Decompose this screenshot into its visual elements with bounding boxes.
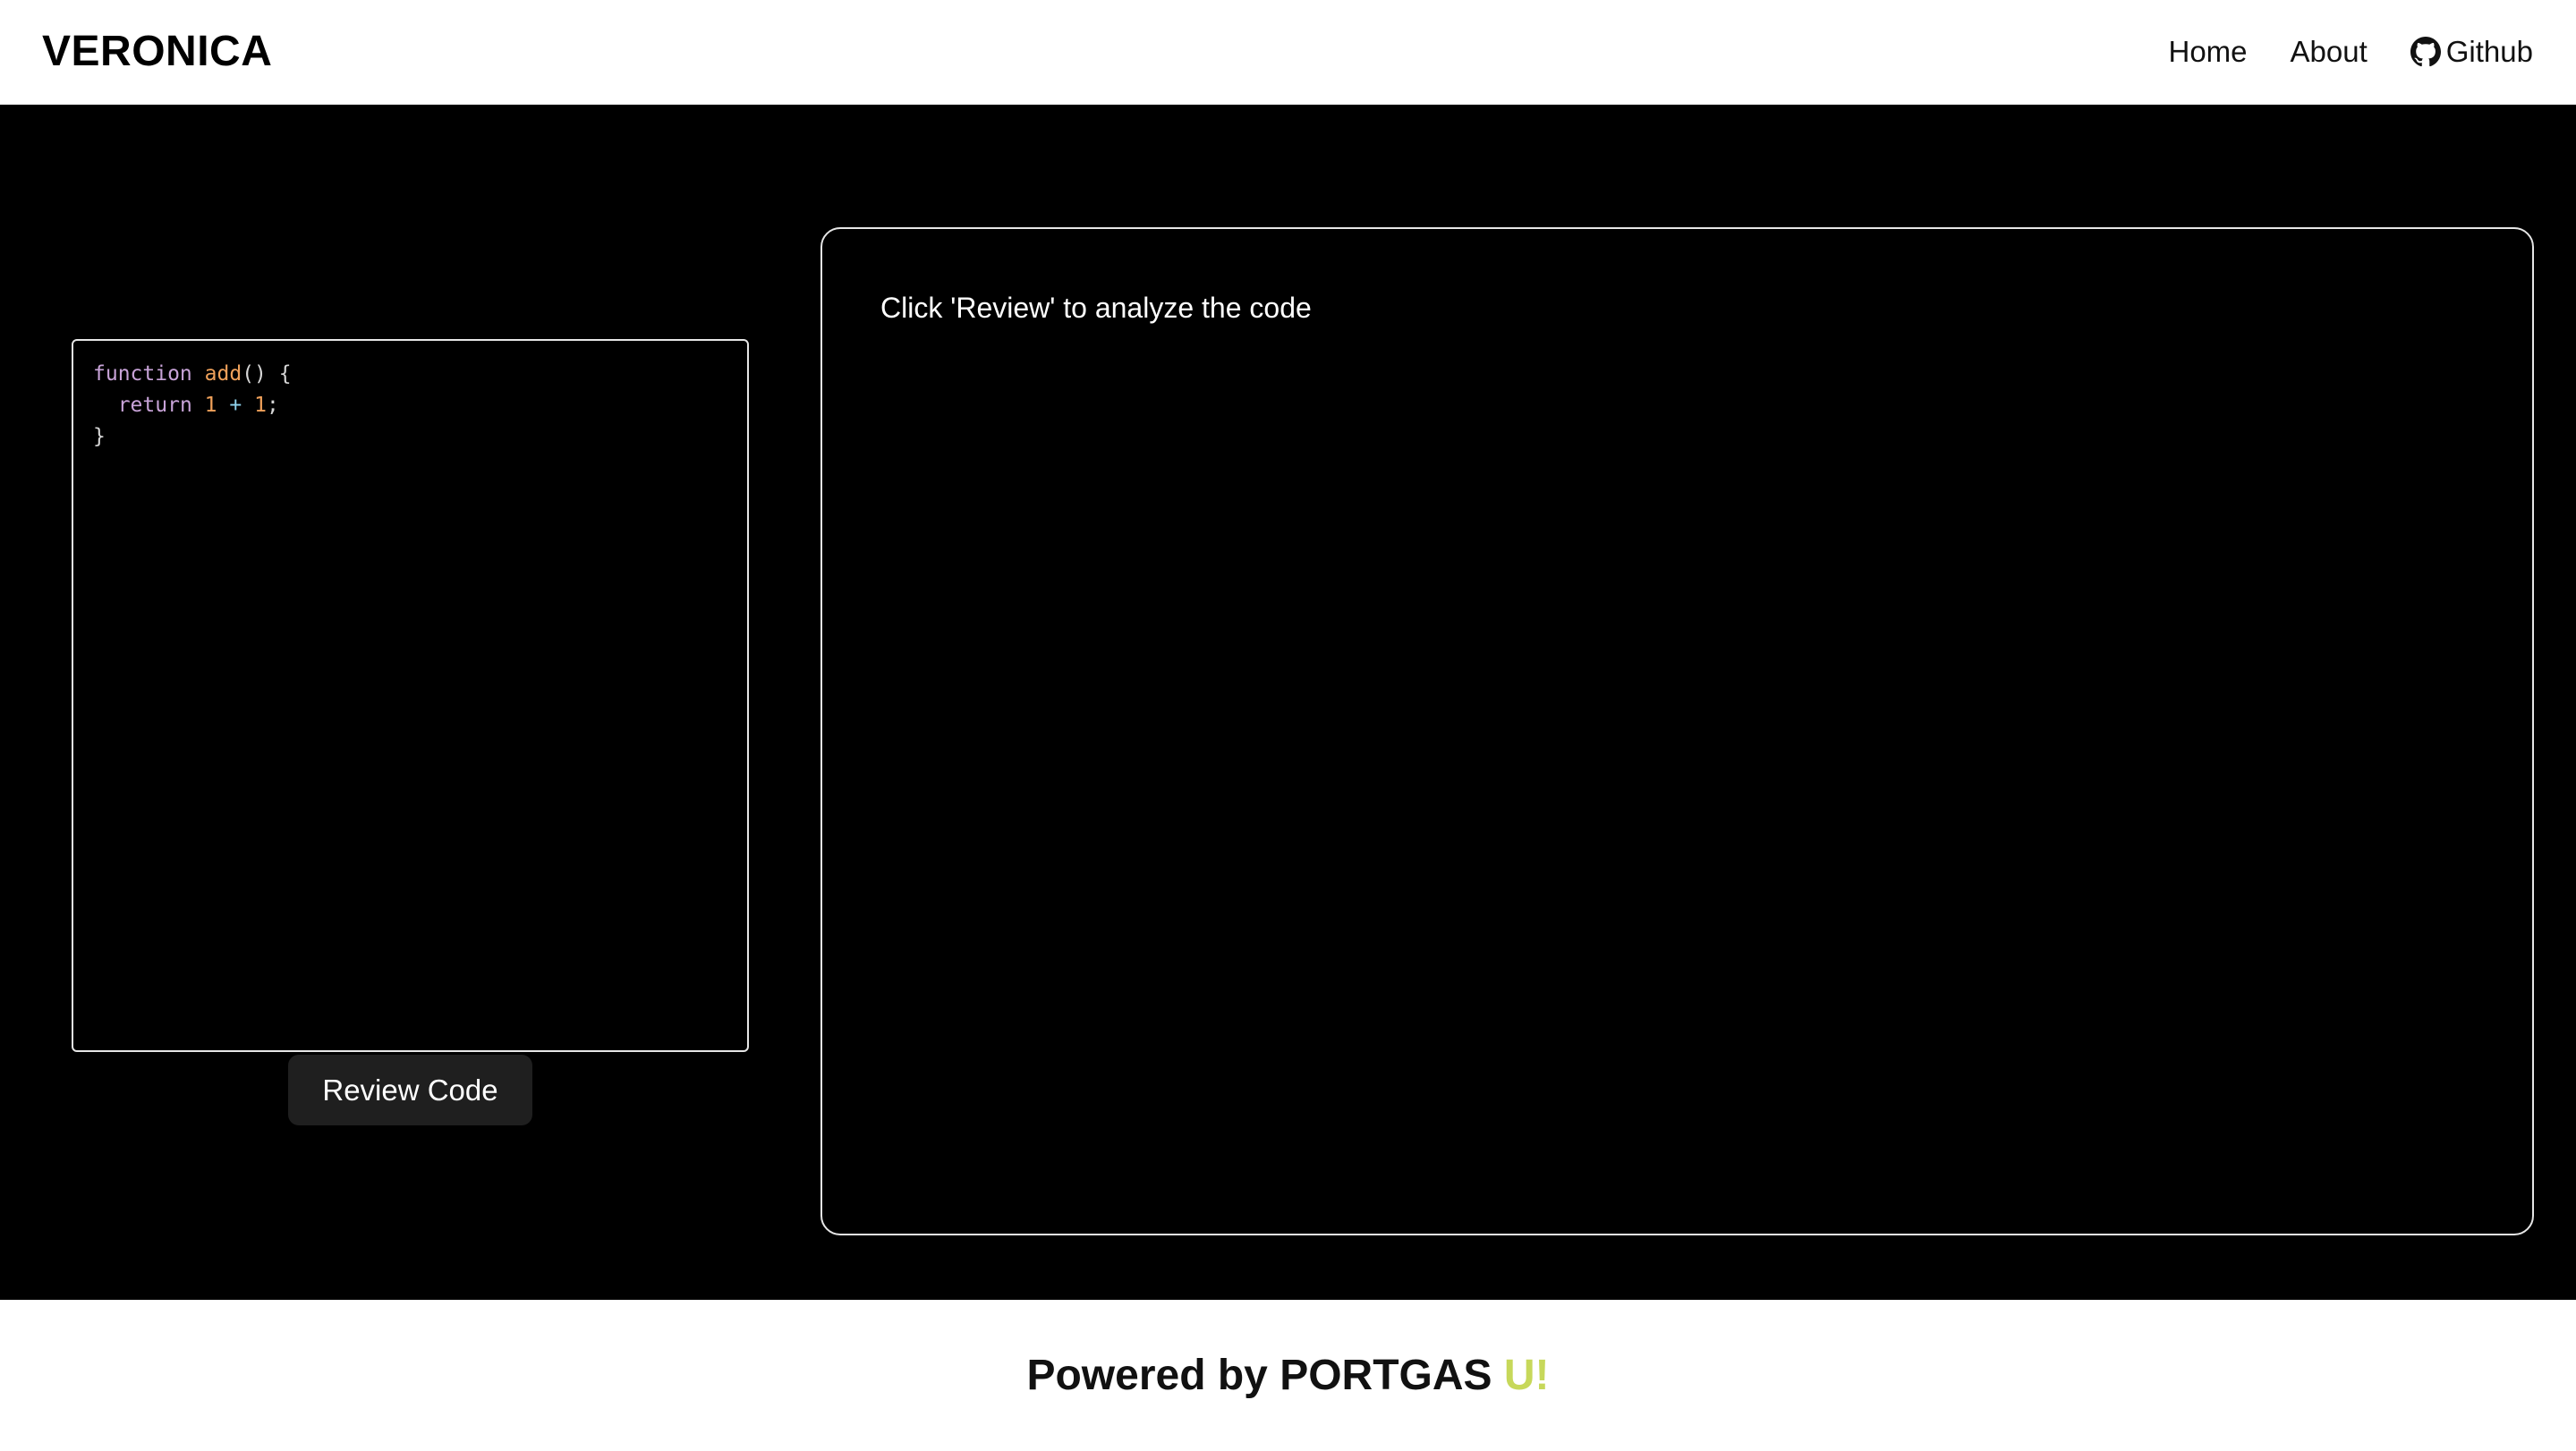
code-token: } xyxy=(93,425,106,448)
nav-about-link[interactable]: About xyxy=(2291,30,2368,73)
code-editor[interactable]: function add() { return 1 + 1; } xyxy=(72,339,749,1052)
code-token: () { xyxy=(242,362,292,386)
code-token: 1 xyxy=(254,394,267,417)
code-content[interactable]: function add() { return 1 + 1; } xyxy=(93,359,727,453)
nav-github-link[interactable]: Github xyxy=(2410,30,2533,73)
github-icon xyxy=(2410,37,2441,67)
footer-credit: Powered by PORTGAS U! xyxy=(0,1351,2576,1401)
code-line-1: function add() { xyxy=(93,362,292,386)
code-token: ; xyxy=(266,394,279,417)
review-placeholder-text: Click 'Review' to analyze the code xyxy=(880,292,1312,324)
footer-credit-accent: U! xyxy=(1503,1352,1550,1399)
footer-credit-main: Powered by PORTGAS xyxy=(1026,1352,1504,1399)
nav-home-link[interactable]: Home xyxy=(2168,30,2247,73)
review-output-panel: Click 'Review' to analyze the code xyxy=(820,227,2534,1235)
code-line-2: return 1 + 1; xyxy=(93,394,279,417)
code-token: + xyxy=(229,394,242,417)
code-token: 1 xyxy=(204,394,217,417)
code-line-3: } xyxy=(93,425,106,448)
nav-github-label: Github xyxy=(2445,35,2533,68)
main-nav: Home About Github xyxy=(2168,30,2533,73)
footer: Powered by PORTGAS U! xyxy=(0,1300,2576,1451)
code-token: return xyxy=(117,394,192,417)
code-token: function xyxy=(93,362,192,386)
top-navbar: VERONICA Home About Github xyxy=(0,0,2576,105)
review-code-button[interactable]: Review Code xyxy=(288,1055,532,1125)
brand-logo[interactable]: VERONICA xyxy=(42,27,272,77)
code-token: add xyxy=(204,362,242,386)
